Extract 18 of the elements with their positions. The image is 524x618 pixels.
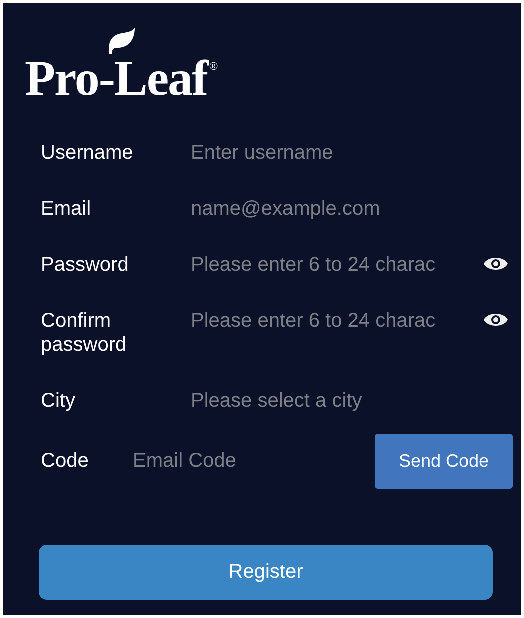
input-field[interactable]: Enter username [191,141,491,165]
eye-icon[interactable] [483,311,509,329]
field-label: Username [41,141,134,165]
input-field[interactable]: name@example.com [191,197,491,221]
registered-mark: ® [210,61,218,73]
field-label: Password [41,253,130,277]
field-label: Confirm password [41,309,128,357]
input-field[interactable]: Email Code [133,449,333,473]
logo-text: Pro-Leaf [25,57,208,99]
send-code-button[interactable]: Send Code [375,434,513,488]
field-label: Code [41,449,90,473]
eye-icon[interactable] [483,255,509,273]
register-button[interactable]: Register [39,545,493,600]
input-field[interactable]: Please enter 6 to 24 charac [191,253,461,277]
field-label: Email [41,197,92,221]
input-field[interactable]: Please enter 6 to 24 charac [191,309,461,333]
field-label: City [41,389,76,413]
city-select[interactable]: Please select a city [191,389,491,413]
